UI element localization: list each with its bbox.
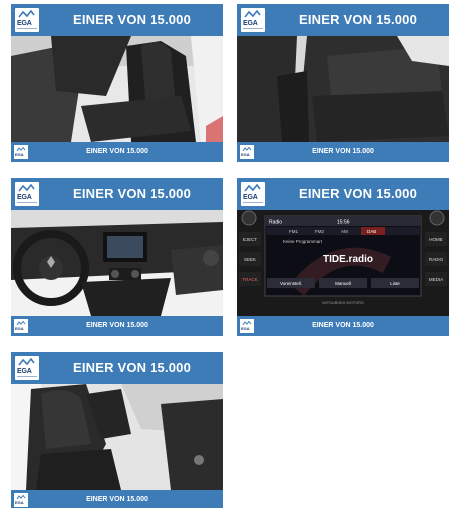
ega-logo: EGA bbox=[15, 356, 39, 380]
card-footer-text: EINER VON 15.000 bbox=[86, 148, 148, 155]
card-header: EGA EINER VON 15.000 bbox=[11, 178, 223, 210]
card-title: EINER VON 15.000 bbox=[298, 186, 418, 201]
card-header: EGA EINER VON 15.000 bbox=[237, 4, 449, 36]
card-footer: EGA EINER VON 15.000 bbox=[11, 490, 223, 508]
car-listing-card-1[interactable]: EGA EINER VON 15.000 EGA EINER VON 15.00… bbox=[11, 4, 223, 162]
car-listing-card-3[interactable]: EGA EINER VON 15.000 EGA EINER VON 15.00… bbox=[11, 178, 223, 336]
svg-text:SEEK: SEEK bbox=[244, 257, 256, 262]
svg-text:AM: AM bbox=[341, 229, 348, 234]
card-title: EINER VON 15.000 bbox=[72, 360, 192, 375]
card-footer-text: EINER VON 15.000 bbox=[312, 148, 374, 155]
ega-logo: EGA bbox=[15, 182, 39, 206]
svg-text:TIDE.radio: TIDE.radio bbox=[323, 254, 373, 265]
svg-text:RADIO: RADIO bbox=[429, 257, 444, 262]
ega-logo: EGA bbox=[241, 182, 265, 206]
card-footer: EGA EINER VON 15.000 bbox=[11, 316, 223, 336]
svg-text:Manuell: Manuell bbox=[335, 281, 351, 286]
card-footer-text: EINER VON 15.000 bbox=[312, 322, 374, 329]
card-title: EINER VON 15.000 bbox=[298, 12, 418, 27]
svg-text:MEDIA: MEDIA bbox=[429, 277, 443, 282]
svg-text:15:56: 15:56 bbox=[337, 220, 350, 226]
ega-logo: EGA bbox=[15, 8, 39, 32]
card-footer-text: EINER VON 15.000 bbox=[86, 322, 148, 329]
radio-display-photo[interactable]: EJECT SEEK TRACK HOME RADIO MEDIA Radio … bbox=[237, 210, 449, 316]
svg-text:MITSUBISHI MOTORS: MITSUBISHI MOTORS bbox=[322, 300, 364, 305]
car-listing-card-5[interactable]: EGA EINER VON 15.000 EGA EINER VON 15.00… bbox=[11, 352, 223, 508]
car-listing-card-2[interactable]: EGA EINER VON 15.000 EGA EINER VON 15.00… bbox=[237, 4, 449, 162]
card-footer: EGA EINER VON 15.000 bbox=[11, 142, 223, 162]
card-title: EINER VON 15.000 bbox=[72, 186, 192, 201]
svg-text:DAB: DAB bbox=[367, 229, 376, 234]
card-footer-text: EINER VON 15.000 bbox=[86, 496, 148, 503]
svg-text:EJECT: EJECT bbox=[243, 237, 258, 242]
dashboard-photo[interactable] bbox=[11, 210, 223, 316]
svg-text:Radio: Radio bbox=[269, 220, 282, 226]
rear-seats-photo[interactable] bbox=[237, 36, 449, 142]
svg-text:FM1: FM1 bbox=[289, 229, 298, 234]
svg-text:HOME: HOME bbox=[429, 237, 443, 242]
svg-text:Voreinstell.: Voreinstell. bbox=[280, 281, 302, 286]
card-title: EINER VON 15.000 bbox=[72, 12, 192, 27]
svg-text:Keine Programmart: Keine Programmart bbox=[283, 239, 323, 244]
card-header: EGA EINER VON 15.000 bbox=[11, 352, 223, 384]
car-listing-card-4[interactable]: EGA EINER VON 15.000 EJECT SEEK TRACK HO… bbox=[237, 178, 449, 336]
passenger-seat-photo[interactable] bbox=[11, 384, 223, 490]
card-header: EGA EINER VON 15.000 bbox=[237, 178, 449, 210]
front-seats-photo[interactable] bbox=[11, 36, 223, 142]
ega-logo: EGA bbox=[241, 8, 265, 32]
card-footer: EGA EINER VON 15.000 bbox=[237, 316, 449, 336]
svg-text:FM2: FM2 bbox=[315, 229, 324, 234]
svg-text:TRACK: TRACK bbox=[242, 277, 257, 282]
card-header: EGA EINER VON 15.000 bbox=[11, 4, 223, 36]
card-footer: EGA EINER VON 15.000 bbox=[237, 142, 449, 162]
svg-text:Liste: Liste bbox=[390, 281, 400, 286]
